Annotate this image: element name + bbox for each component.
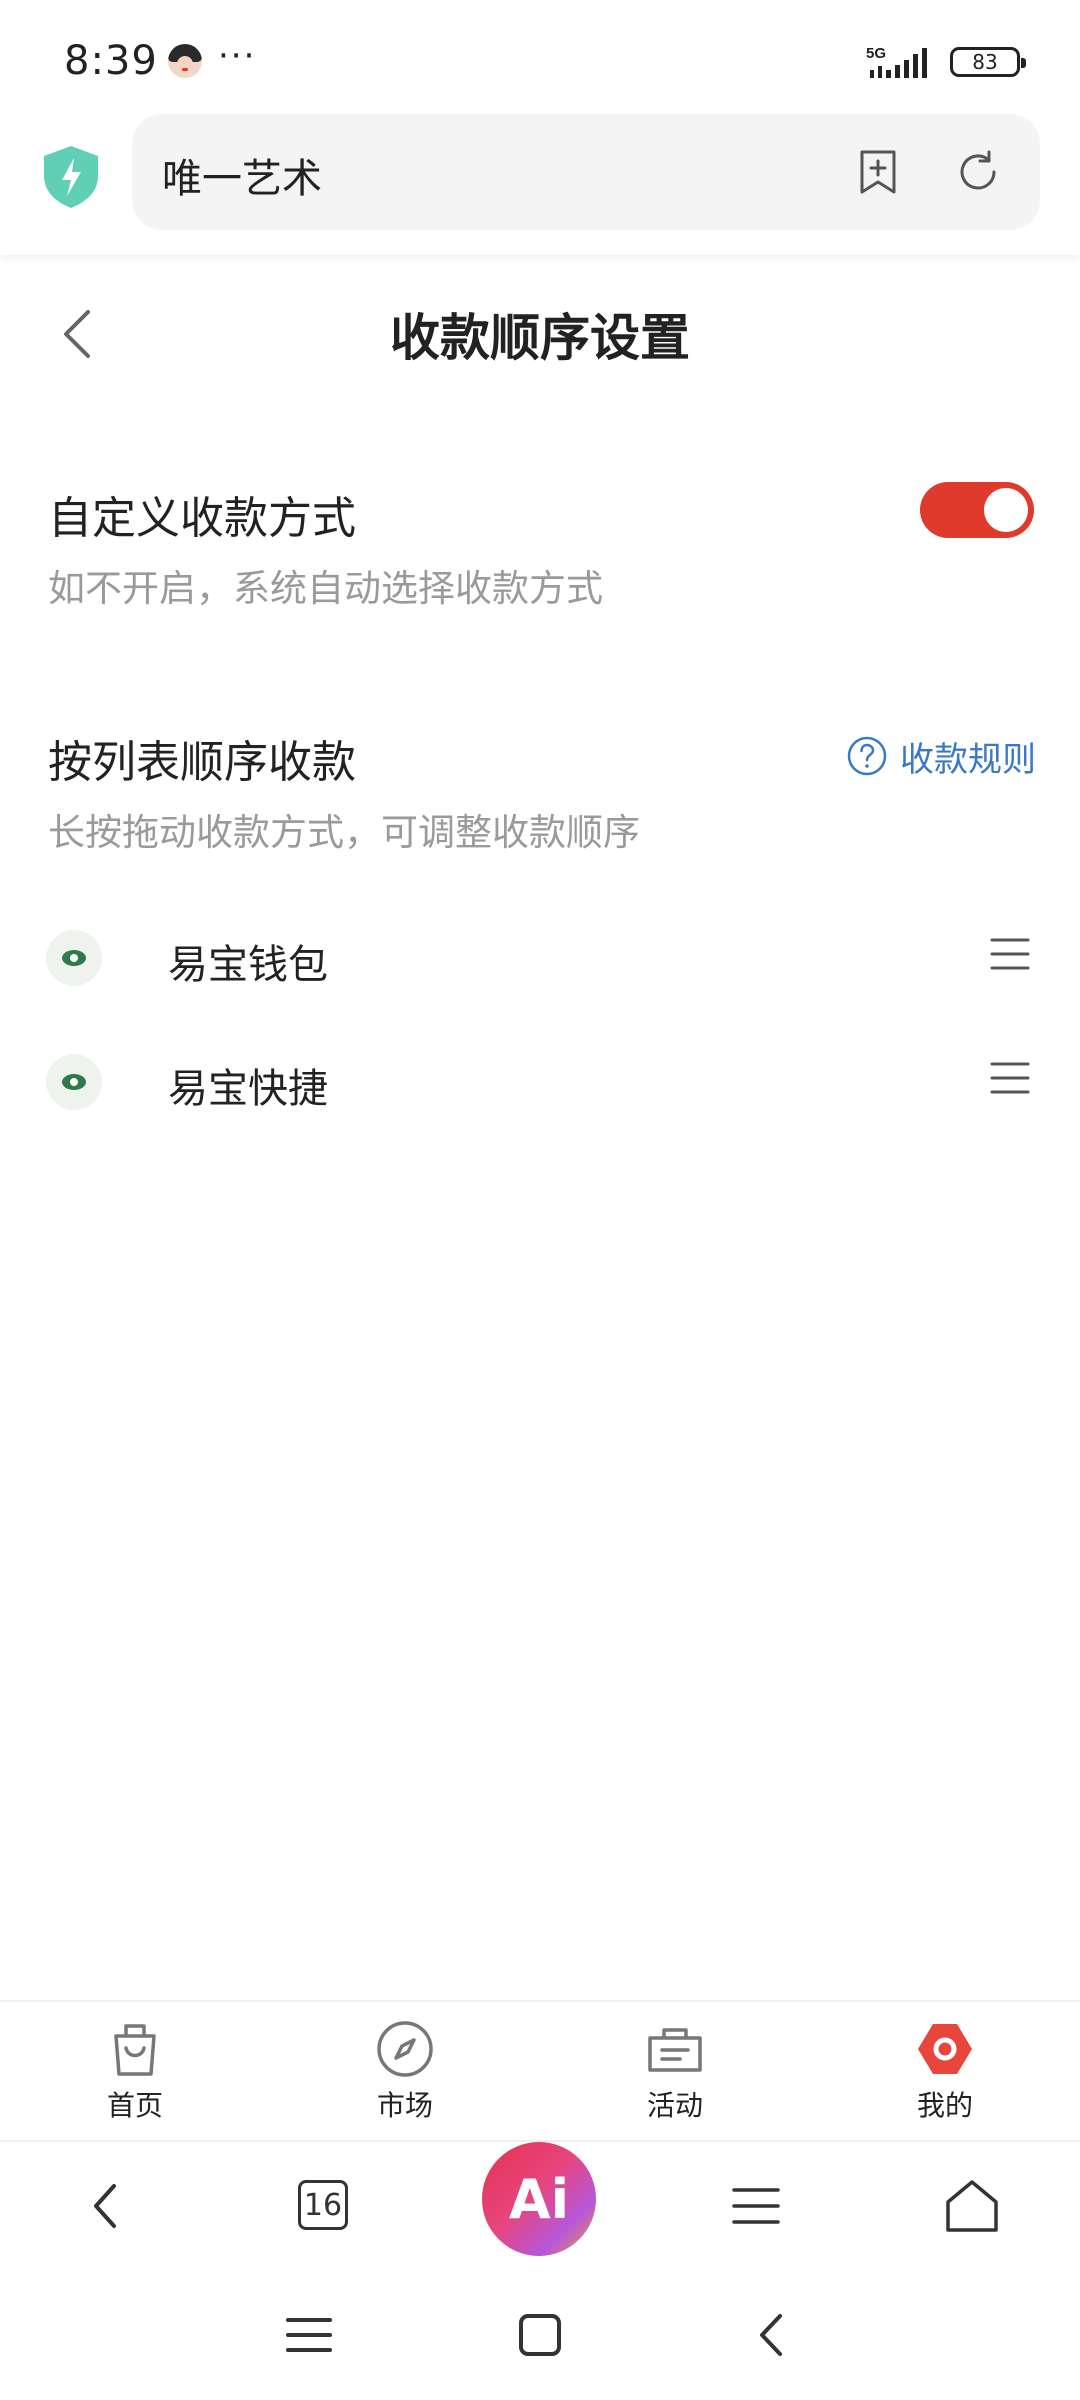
menu-icon[interactable] [724,2174,788,2238]
list-order-title: 按列表顺序收款 [48,737,356,788]
app-tab-bar: 首页 市场 活动 我的 [0,2000,1080,2140]
tab-profile[interactable]: 我的 [875,2018,1015,2124]
system-menu-icon[interactable] [282,2308,336,2362]
payment-method-name: 易宝钱包 [168,942,328,988]
address-field[interactable]: 唯一艺术 [132,114,1040,230]
payment-rules-link[interactable]: 收款规则 [846,732,1036,780]
profile-hexagon-icon [918,2024,972,2074]
drag-handle-icon[interactable] [990,1060,1030,1096]
custom-payment-subtitle: 如不开启，系统自动选择收款方式 [48,567,603,610]
yeepay-logo-icon [46,930,102,986]
list-order-subtitle: 长按拖动收款方式，可调整收款顺序 [48,811,640,854]
tab-profile-label: 我的 [916,2089,973,2122]
payment-method-item[interactable]: 易宝钱包 [0,912,1080,1002]
help-circle-icon [847,736,887,776]
drag-handle-icon[interactable] [990,936,1030,972]
home-icon[interactable] [940,2174,1004,2238]
payment-rules-label: 收款规则 [900,739,1036,780]
shopping-bag-icon [114,2024,156,2076]
status-time: 8:39 [64,38,158,84]
status-indicators: 5G 83 [866,42,1026,82]
tab-activity-label: 活动 [646,2089,703,2122]
tab-activity[interactable]: 活动 [605,2018,745,2124]
tabs-count-button[interactable]: 16 [298,2180,348,2230]
page-title: 收款顺序设置 [390,309,690,367]
tab-market-label: 市场 [376,2089,433,2122]
system-home-icon[interactable] [513,2308,567,2362]
signal-5g-icon: 5G [866,45,927,78]
ai-assistant-button[interactable]: Ai [482,2142,596,2256]
refresh-icon[interactable] [954,148,1002,196]
compass-icon [377,2021,433,2077]
payment-method-item[interactable]: 易宝快捷 [0,1036,1080,1126]
status-bar: 8:39 ··· 5G 83 [0,0,1080,110]
tab-home-label: 首页 [106,2089,163,2122]
custom-payment-title: 自定义收款方式 [48,493,356,544]
status-more-icon: ··· [218,36,257,76]
network-type: 5G [866,45,886,62]
custom-payment-toggle[interactable] [920,482,1034,538]
ticket-icon [648,2028,702,2072]
browser-back-icon[interactable] [74,2174,138,2238]
battery-icon: 83 [950,47,1026,77]
tab-market[interactable]: 市场 [335,2018,475,2124]
battery-level: 83 [972,50,998,74]
browser-url-bar: 唯一艺术 [0,110,1080,255]
notification-avatar-icon [168,44,202,78]
system-navigation-bar [0,2270,1080,2400]
system-back-icon[interactable] [744,2308,798,2362]
tab-home[interactable]: 首页 [65,2018,205,2124]
payment-method-name: 易宝快捷 [168,1066,328,1112]
toggle-knob [984,488,1028,532]
address-text: 唯一艺术 [162,156,322,202]
yeepay-logo-icon [46,1054,102,1110]
security-shield-icon[interactable] [40,144,102,210]
bookmark-add-icon[interactable] [854,148,902,196]
